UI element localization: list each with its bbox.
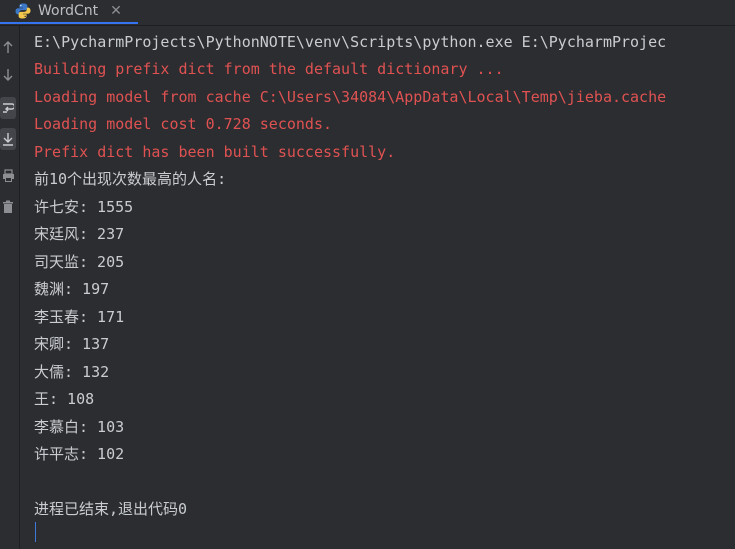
result-line: 李玉春: 171 [34, 308, 125, 326]
result-line: 王: 108 [34, 390, 95, 408]
stderr-line: Prefix dict has been built successfully. [34, 143, 396, 161]
soft-wrap-icon[interactable] [0, 97, 16, 119]
run-tab-bar: WordCnt ✕ [0, 0, 735, 26]
stderr-line: Building prefix dict from the default di… [34, 60, 504, 78]
trash-icon[interactable] [0, 196, 16, 218]
exit-message: 进程已结束,退出代码0 [34, 500, 188, 518]
console-output[interactable]: E:\PycharmProjects\PythonNOTE\venv\Scrip… [20, 26, 735, 549]
result-line: 魏渊: 197 [34, 280, 110, 298]
text-caret [35, 522, 36, 542]
result-line: 许七安: 1555 [34, 198, 134, 216]
run-window: WordCnt ✕ E:\PycharmProjects\PythonNOTE\… [0, 0, 735, 549]
print-icon[interactable] [0, 164, 16, 186]
result-line: 司天监: 205 [34, 253, 125, 271]
result-header: 前10个出现次数最高的人名: [34, 170, 227, 188]
up-arrow-icon[interactable] [0, 36, 16, 58]
stderr-line: Loading model cost 0.728 seconds. [34, 115, 333, 133]
command-line: E:\PycharmProjects\PythonNOTE\venv\Scrip… [34, 33, 667, 51]
result-line: 许平志: 102 [34, 445, 125, 463]
console-toolstrip [0, 26, 20, 549]
close-icon[interactable]: ✕ [110, 3, 122, 19]
down-arrow-icon[interactable] [0, 64, 16, 86]
python-icon [14, 2, 32, 20]
result-line: 大儒: 132 [34, 363, 110, 381]
stderr-line: Loading model from cache C:\Users\34084\… [34, 88, 667, 106]
scroll-to-end-icon[interactable] [0, 128, 16, 150]
result-line: 李慕白: 103 [34, 418, 125, 436]
result-line: 宋卿: 137 [34, 335, 110, 353]
tab-wordcnt[interactable]: WordCnt ✕ [0, 0, 138, 24]
tab-label: WordCnt [38, 3, 99, 19]
result-line: 宋廷风: 237 [34, 225, 125, 243]
